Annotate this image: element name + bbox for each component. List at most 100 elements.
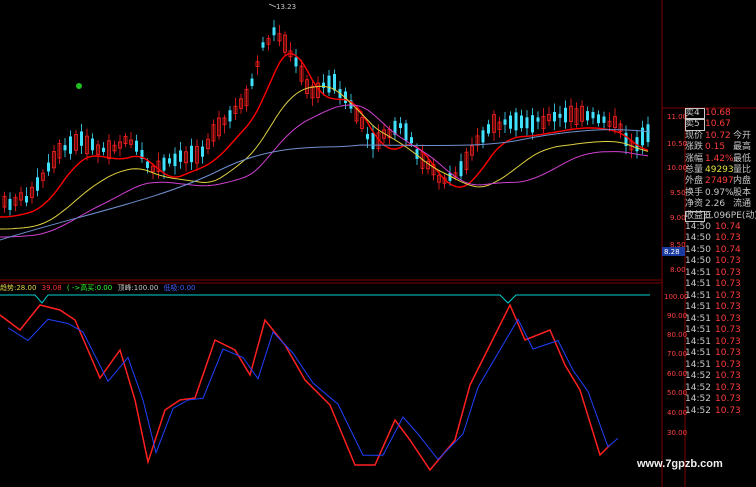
high-price-label: 13.23 [276, 3, 297, 11]
candle-body [272, 27, 276, 36]
tick-row: 14:52 10.73 [685, 394, 756, 406]
tick-time: 14:52 [685, 394, 711, 405]
candle-body [536, 117, 540, 122]
kdj-d-line [7, 318, 619, 461]
candlestick-series [2, 19, 650, 216]
tick-price: 10.73 [715, 371, 741, 382]
candle-body [294, 57, 298, 67]
candle-body [146, 161, 149, 168]
tick-row: 14:51 10.73 [685, 279, 756, 291]
quote-extra-label: 今开 [733, 130, 752, 141]
candle-body [162, 157, 166, 171]
legend-buy: ( ->高买:0.00 [66, 284, 113, 292]
quote-label: 现价 [685, 130, 704, 141]
high-marker-line [268, 3, 277, 8]
quote-label: 卖4 [685, 108, 705, 120]
candle-body [558, 113, 562, 118]
candle-body [459, 161, 463, 177]
price-axis-label: 9.00 [670, 214, 686, 222]
candle-body [201, 146, 204, 157]
quote-extra-label: 内盘 [733, 176, 752, 187]
candle-body [135, 140, 138, 152]
candle-body [25, 196, 28, 203]
legend-low: 低吸:0.00 [163, 284, 196, 292]
tick-row: 14:51 10.73 [685, 302, 756, 314]
tick-price: 10.73 [715, 302, 741, 313]
candle-body [179, 150, 182, 162]
tick-time: 14:51 [685, 336, 711, 347]
tick-row: 14:52 10.73 [685, 383, 756, 395]
candle-body [8, 198, 12, 210]
tick-row: 14:50 10.74 [685, 222, 756, 234]
quote-row: 卖4 10.68 [685, 108, 756, 120]
candle-body [509, 115, 512, 129]
candle-body [366, 133, 369, 140]
kdj-ceiling-line [0, 294, 650, 304]
tick-row: 14:51 10.73 [685, 291, 756, 303]
tick-row: 14:51 10.73 [685, 314, 756, 326]
quote-label: 收益三 [685, 210, 713, 222]
quote-row: 收益三 0.096 PE(动) [685, 210, 756, 222]
quote-label: 涨跌 [685, 142, 704, 153]
tick-time: 14:52 [685, 371, 711, 382]
tick-list[interactable]: 14:50 10.74 14:50 10.73 14:50 10.74 14:50 10.73… [685, 222, 756, 418]
tick-row: 14:51 10.73 [685, 337, 756, 349]
tick-price: 10.73 [715, 382, 741, 393]
candle-body [173, 153, 177, 167]
quote-value: 2.26 [705, 199, 726, 210]
watermark-text: www.7gpzb.com [637, 458, 723, 470]
candle-body [514, 112, 518, 131]
tick-price: 10.73 [715, 290, 741, 301]
quote-panel: 卖4 10.68 卖5 10.67 现价 10.72 今开 涨跌 0.15 最高 涨幅 1.42% 最低… [685, 108, 756, 438]
tick-time: 14:50 [685, 221, 711, 232]
quote-label: 净资 [685, 199, 704, 210]
price-axis-label: 8.00 [670, 266, 686, 274]
legend-peak: 顶峰:100.00 [117, 284, 159, 292]
tick-price: 10.73 [715, 256, 741, 267]
candle-body [404, 123, 408, 141]
buy-signal-icon [76, 83, 82, 89]
candle-body [69, 136, 72, 154]
tick-price: 10.73 [715, 233, 741, 244]
candle-body [63, 145, 67, 151]
price-axis-label: 8.50 [670, 241, 686, 249]
candle-body [399, 123, 402, 129]
quote-row: 外盘 27497 内盘 [685, 176, 756, 187]
stock-chart-canvas[interactable]: 8.28 [0, 0, 756, 487]
tick-price: 10.73 [715, 336, 741, 347]
candle-body [520, 115, 523, 129]
quote-value: 10.67 [705, 119, 731, 130]
tick-price: 10.74 [715, 244, 741, 255]
candle-body [250, 78, 254, 87]
candle-body [481, 130, 485, 143]
tick-price: 10.73 [715, 325, 741, 336]
quote-row: 总量 49293 量比 [685, 165, 756, 176]
tick-time: 14:51 [685, 302, 711, 313]
candle-body [646, 124, 650, 143]
quote-extra-label: 流通 [733, 199, 752, 210]
quote-label: 换手 [685, 187, 704, 198]
tick-time: 14:51 [685, 313, 711, 324]
quote-row: 净资 2.26 流通 [685, 199, 756, 210]
quote-row: 涨跌 0.15 最高 [685, 142, 756, 153]
quote-extra-label: 最高 [733, 142, 752, 153]
tick-row: 14:51 10.73 [685, 360, 756, 372]
legend-value: 39.08 [41, 284, 62, 292]
tick-row: 14:50 10.73 [685, 256, 756, 268]
ma10-line [0, 85, 649, 230]
candle-body [36, 177, 39, 191]
quote-extra-label: 股本 [733, 187, 752, 198]
quote-label: 涨幅 [685, 153, 704, 164]
tick-time: 14:51 [685, 348, 711, 359]
candle-body [327, 75, 331, 93]
quote-rows: 卖4 10.68 卖5 10.67 现价 10.72 今开 涨跌 0.15 最高 涨幅 1.42% 最低… [685, 108, 756, 222]
quote-value: 0.97% [705, 187, 734, 198]
candle-body [102, 147, 105, 152]
quote-value: 0.15 [705, 142, 726, 153]
quote-row: 换手 0.97% 股本 [685, 188, 756, 199]
tick-row: 14:51 10.73 [685, 348, 756, 360]
chart-frame [0, 0, 756, 487]
quote-extra-label: PE(动) [730, 210, 756, 221]
candle-body [531, 115, 534, 133]
candle-body [553, 111, 556, 122]
